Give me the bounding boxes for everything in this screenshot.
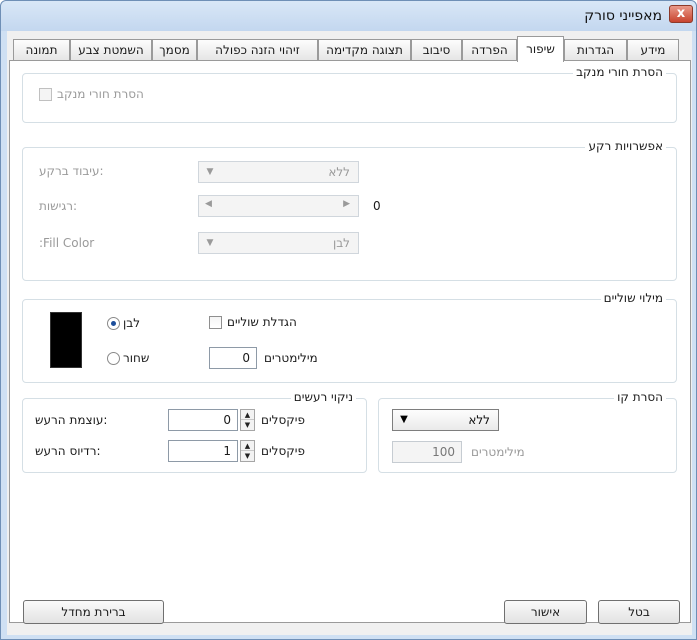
hole-removal-checkbox[interactable]: [39, 88, 52, 101]
noise-density-unit: פיקסלים: [261, 413, 305, 427]
tab-enhancement[interactable]: שיפור: [517, 36, 564, 62]
arrow-right-icon: ▶: [343, 199, 350, 209]
tab-settings[interactable]: הגדרות: [564, 39, 627, 61]
edge-fill-mm-input[interactable]: 0: [209, 347, 257, 369]
close-button[interactable]: x: [669, 5, 693, 23]
edge-fill-white-label: לבן: [123, 316, 141, 330]
tab-color-dropout[interactable]: השמטת צבע: [70, 39, 152, 61]
title-bar: מאפייני סורק x: [1, 1, 696, 31]
window-title: מאפייני סורק: [584, 8, 662, 24]
sensitivity-value: 0: [373, 199, 381, 213]
tab-separation[interactable]: הפרדה: [462, 39, 517, 61]
tab-preview[interactable]: תצוגה מקדימה: [318, 39, 411, 61]
hole-removal-title: הסרת חורי מנקב: [573, 65, 666, 79]
chevron-down-icon: ▼: [206, 238, 214, 248]
noise-density-input[interactable]: 0: [168, 409, 238, 431]
sensitivity-slider[interactable]: ◀ ▶: [198, 195, 359, 217]
noise-density-spinner[interactable]: ▲ ▼: [240, 409, 255, 431]
spin-down-icon[interactable]: ▼: [241, 420, 254, 430]
background-processing-value: ללא: [328, 165, 350, 179]
background-options-title: אפשרויות רקע: [585, 139, 666, 153]
noise-radius-spinner[interactable]: ▲ ▼: [240, 440, 255, 462]
chevron-down-icon: ▼: [400, 414, 408, 425]
hole-removal-label: הסרת חורי מנקב: [57, 87, 144, 101]
sensitivity-label: :רגישות: [39, 199, 78, 213]
fill-color-value: לבן: [332, 236, 350, 250]
tab-strip: מידע הגדרות שיפור הפרדה סיבוב תצוגה מקדי…: [9, 36, 693, 62]
tab-image[interactable]: תמונה: [13, 39, 70, 61]
background-options-group: אפשרויות רקע :עיבוד ברקע ▼ ללא :רגישות ◀…: [22, 139, 677, 281]
cancel-button[interactable]: בטל: [598, 600, 680, 624]
edge-fill-group: מילוי שוליים לבן שחור הגדלת שוליים 0 מיל…: [22, 291, 677, 383]
chevron-down-icon: ▼: [206, 167, 214, 177]
tab-document[interactable]: מסמך: [152, 39, 197, 61]
fill-color-label: Fill Color:: [39, 236, 95, 250]
streak-mm-label: מילימטרים: [471, 445, 525, 459]
default-button[interactable]: ברירת מחדל: [23, 600, 164, 624]
hole-removal-group: הסרת חורי מנקב הסרת חורי מנקב: [22, 65, 677, 123]
extend-edges-label: הגדלת שוליים: [227, 315, 297, 329]
background-processing-select[interactable]: ▼ ללא: [198, 161, 359, 183]
streak-removal-value: ללא: [468, 413, 490, 427]
scanner-properties-window: מאפייני סורק x מידע הגדרות שיפור הפרדה ס…: [0, 0, 697, 640]
streak-removal-group: הסרת קו ▼ ללא 100 מילימטרים: [378, 390, 677, 473]
streak-mm-input[interactable]: 100: [392, 441, 462, 463]
streak-removal-select[interactable]: ▼ ללא: [392, 409, 499, 431]
spin-up-icon[interactable]: ▲: [241, 441, 254, 451]
arrow-left-icon: ◀: [205, 199, 212, 209]
noise-removal-group: ניקוי רעשים :עוצמת הרעש 0 ▲ ▼ פיקסלים :ר…: [22, 390, 367, 473]
noise-radius-input[interactable]: 1: [168, 440, 238, 462]
spin-down-icon[interactable]: ▼: [241, 451, 254, 461]
edge-fill-title: מילוי שוליים: [600, 291, 666, 305]
edge-fill-mm-label: מילימטרים: [264, 351, 318, 365]
edge-fill-white-radio[interactable]: [107, 317, 120, 330]
window-title-area: מאפייני סורק: [24, 1, 696, 31]
edge-fill-black-label: שחור: [123, 351, 150, 365]
fill-color-select[interactable]: ▼ לבן: [198, 232, 359, 254]
noise-radius-unit: פיקסלים: [261, 444, 305, 458]
noise-radius-label: :רדיוס הרעש: [35, 444, 101, 458]
tab-rotation[interactable]: סיבוב: [411, 39, 462, 61]
streak-removal-title: הסרת קו: [614, 390, 666, 404]
noise-density-label: :עוצמת הרעש: [35, 413, 108, 427]
dialog-client: מידע הגדרות שיפור הפרדה סיבוב תצוגה מקדי…: [7, 31, 692, 635]
edge-fill-preview: [50, 312, 82, 368]
tab-info[interactable]: מידע: [627, 39, 679, 61]
spin-up-icon[interactable]: ▲: [241, 410, 254, 420]
extend-edges-checkbox[interactable]: [209, 316, 222, 329]
ok-button[interactable]: אישור: [504, 600, 587, 624]
noise-removal-title: ניקוי רעשים: [290, 390, 356, 404]
edge-fill-black-radio[interactable]: [107, 352, 120, 365]
tab-double-feed[interactable]: זיהוי הזנה כפולה: [197, 39, 318, 61]
enhancement-panel: הסרת חורי מנקב הסרת חורי מנקב אפשרויות ר…: [9, 60, 691, 623]
background-processing-label: :עיבוד ברקע: [39, 164, 104, 178]
